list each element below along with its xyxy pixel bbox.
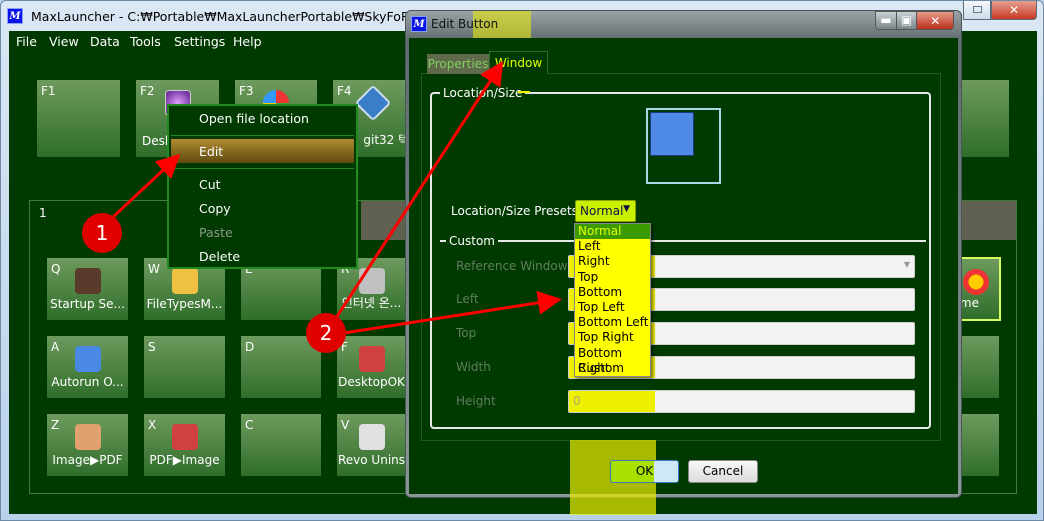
annotation-2: 2 [306, 313, 346, 353]
annotation-arrows [110, 60, 562, 335]
arrow-2b [343, 290, 562, 335]
annotation-1: 1 [82, 213, 122, 253]
arrow-1 [110, 153, 181, 220]
arrow-2a [334, 60, 504, 319]
